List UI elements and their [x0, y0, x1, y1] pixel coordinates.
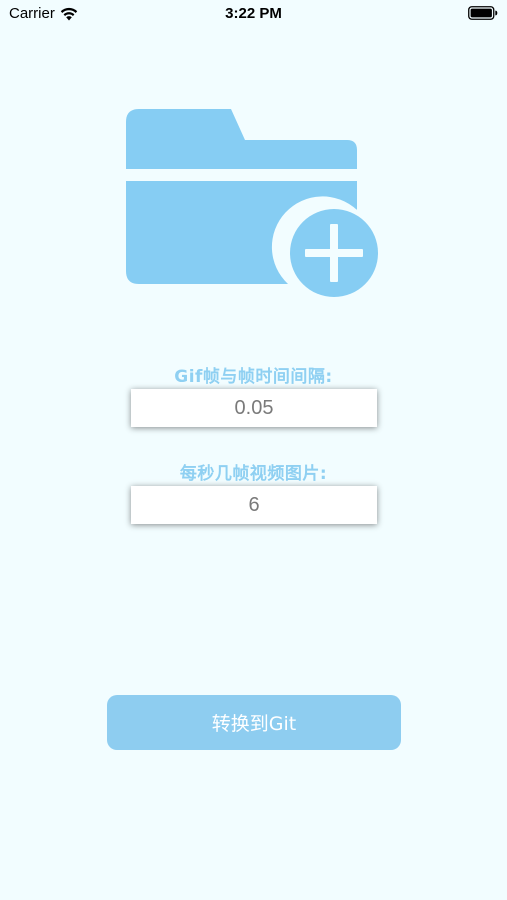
convert-to-gif-button[interactable]: 转换到Git [107, 695, 401, 750]
status-bar: Carrier 3:22 PM [0, 0, 507, 28]
frame-interval-label: Gif帧与帧时间间隔: [174, 367, 333, 387]
battery-icon [468, 6, 498, 20]
folder-add-icon[interactable] [125, 107, 384, 303]
frames-per-second-input[interactable] [131, 486, 377, 524]
frames-per-second-label: 每秒几帧视频图片: [179, 464, 328, 484]
status-time: 3:22 PM [225, 5, 282, 22]
frame-interval-input[interactable] [131, 389, 377, 427]
